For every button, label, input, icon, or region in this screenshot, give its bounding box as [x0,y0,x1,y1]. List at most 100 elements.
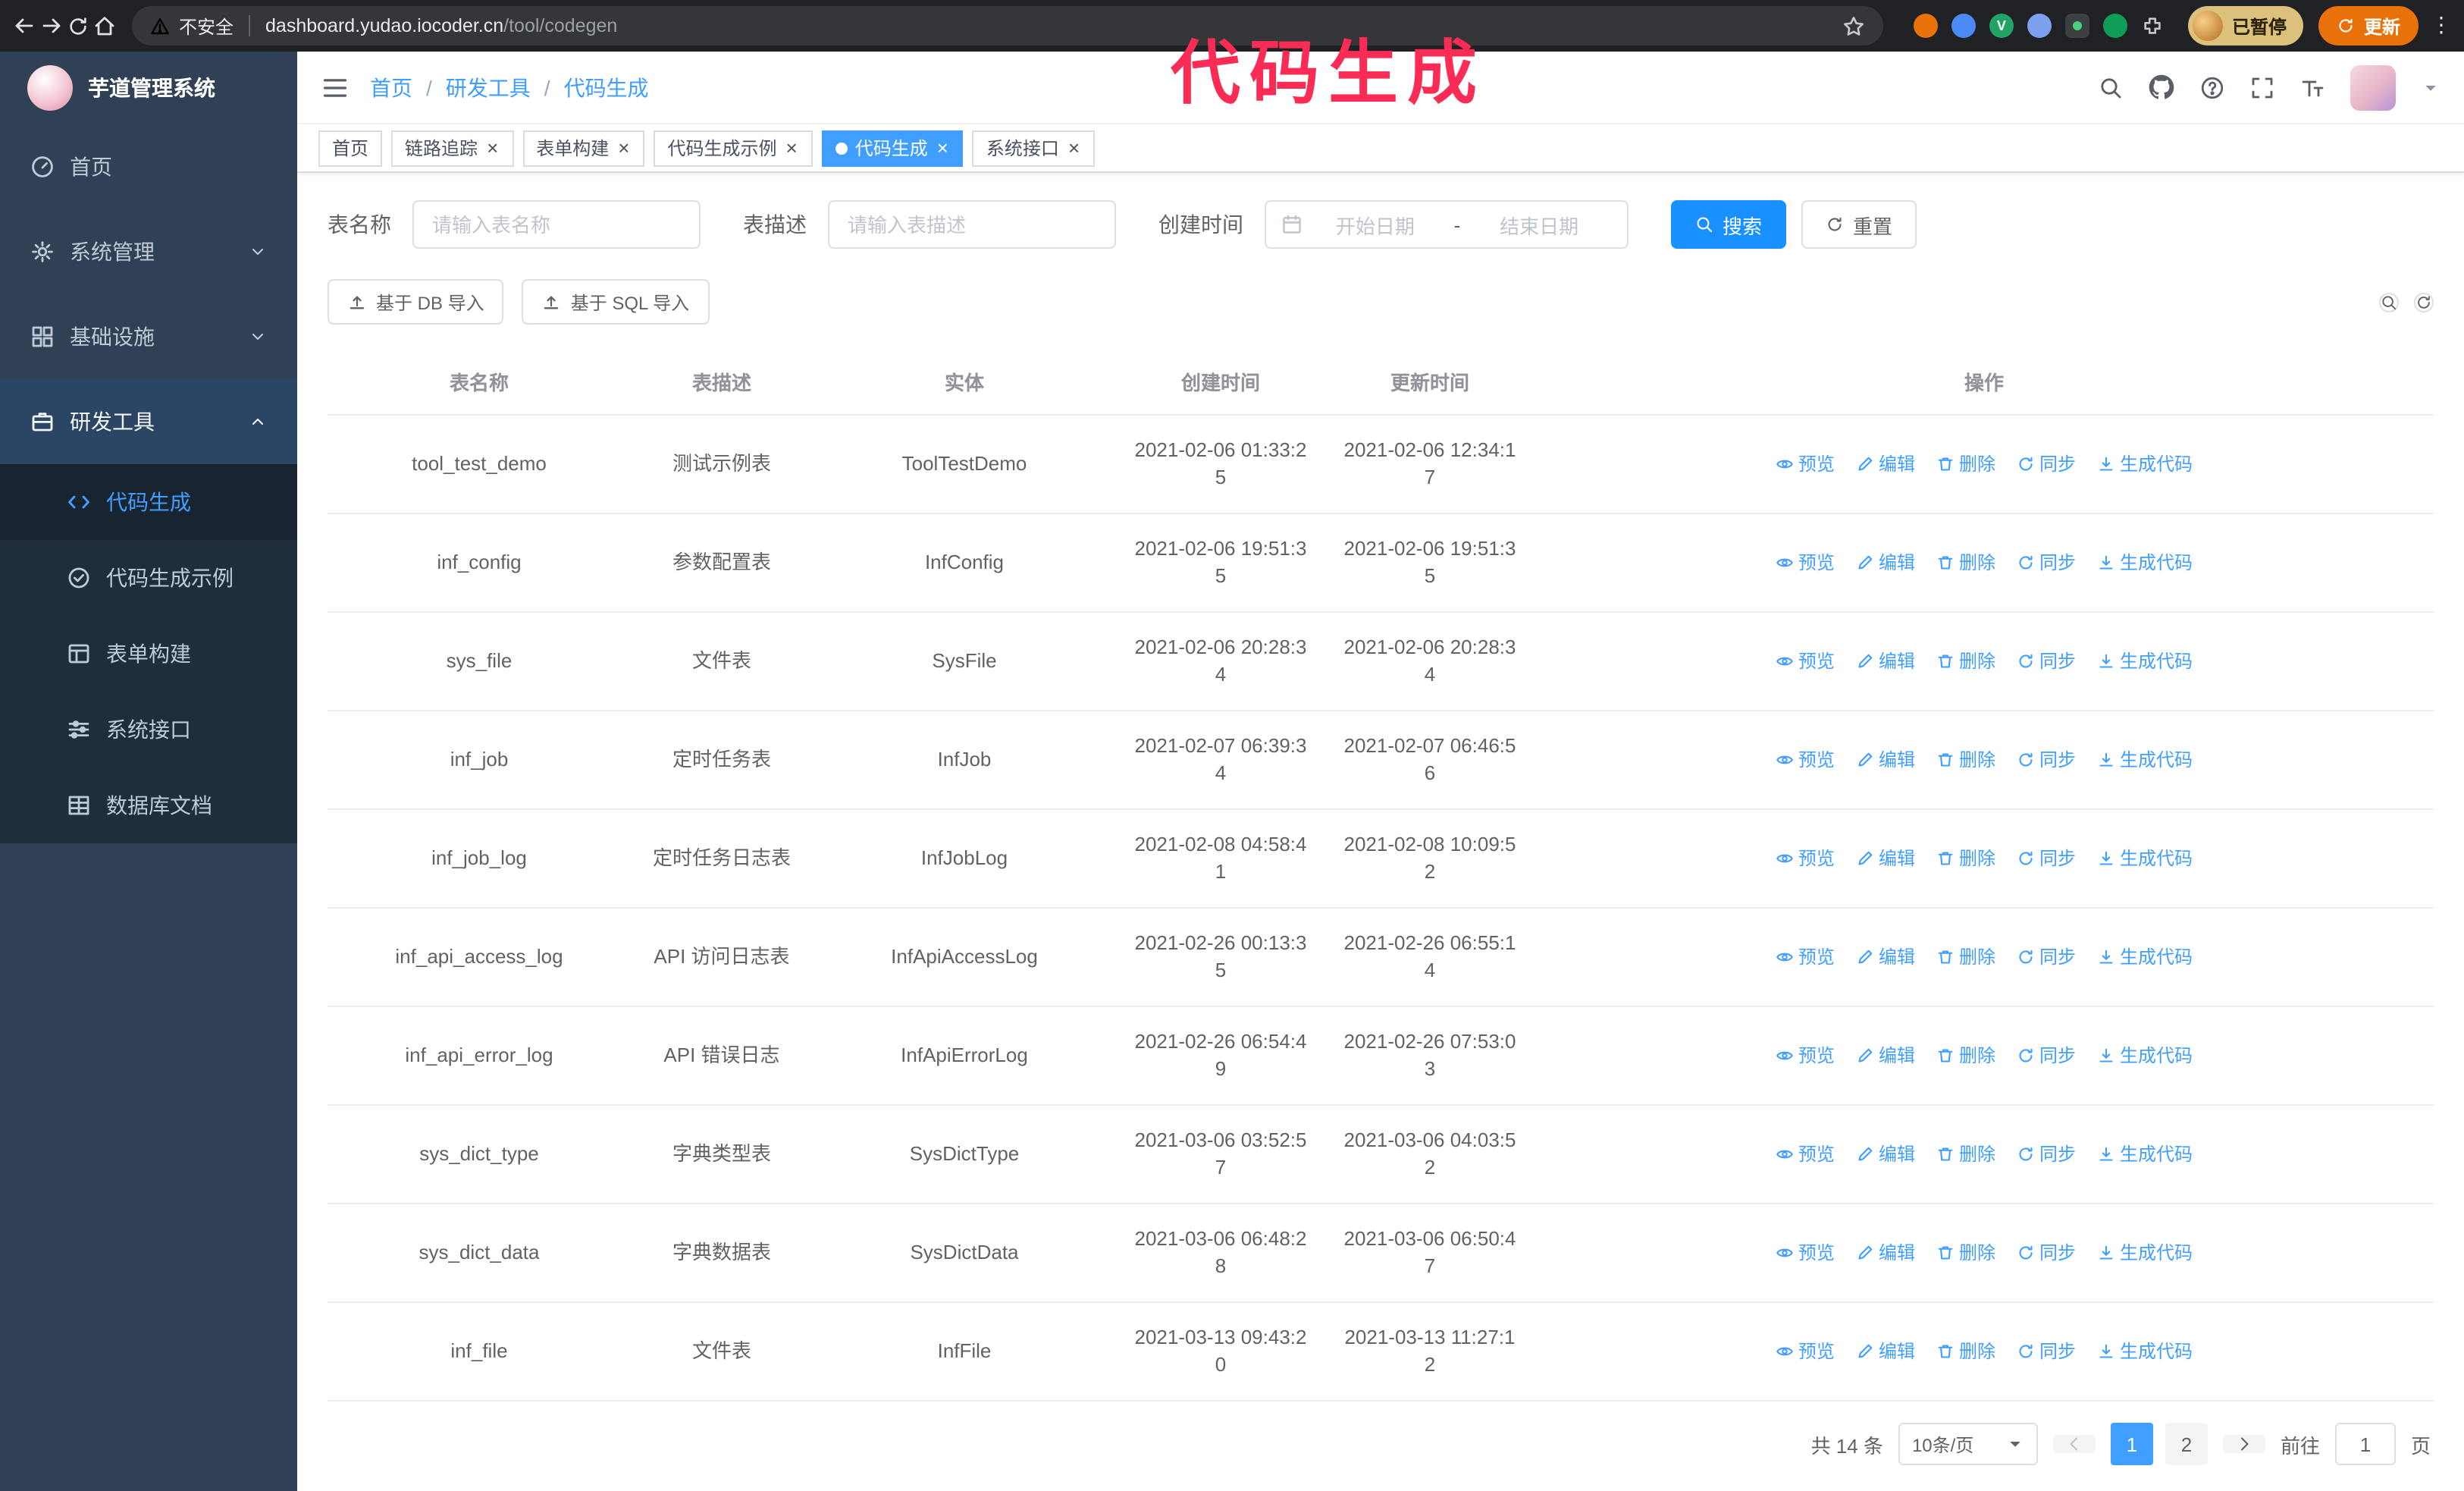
extension-icon[interactable] [2064,14,2089,38]
delete-link[interactable]: 删除 [1936,1338,1995,1365]
preview-link[interactable]: 预览 [1776,648,1835,675]
edit-link[interactable]: 编辑 [1856,450,1915,478]
prev-page-button[interactable] [2052,1435,2096,1453]
breadcrumb-home[interactable]: 首页 [370,72,412,102]
delete-link[interactable]: 删除 [1936,450,1995,478]
preview-link[interactable]: 预览 [1776,1042,1835,1069]
preview-link[interactable]: 预览 [1776,549,1835,576]
sync-link[interactable]: 同步 [2017,1042,2076,1069]
delete-link[interactable]: 删除 [1936,549,1995,576]
tab-form-builder[interactable]: 表单构建 × [522,130,645,166]
delete-link[interactable]: 删除 [1936,845,1995,872]
extension-icon[interactable] [2027,14,2052,38]
app-logo[interactable]: 芋道管理系统 [0,52,297,124]
edit-link[interactable]: 编辑 [1856,845,1915,872]
generate-link[interactable]: 生成代码 [2097,549,2193,576]
question-icon[interactable] [2200,75,2224,99]
caret-down-icon[interactable] [2422,78,2440,96]
font-size-icon[interactable] [2300,75,2324,99]
create-time-range-picker[interactable]: 开始日期 - 结束日期 [1265,200,1629,249]
generate-link[interactable]: 生成代码 [2097,450,2193,478]
user-avatar[interactable] [2350,64,2396,110]
reset-button[interactable]: 重置 [1801,200,1917,249]
delete-link[interactable]: 删除 [1936,1239,1995,1267]
hamburger-icon[interactable] [321,74,349,101]
browser-profile-chip[interactable]: 已暂停 [2187,6,2303,46]
sidebar-item-system[interactable]: 系统管理 [0,209,297,294]
generate-link[interactable]: 生成代码 [2097,1239,2193,1267]
next-page-button[interactable] [2222,1435,2265,1453]
goto-page-input[interactable] [2334,1423,2396,1465]
browser-update-button[interactable]: 更新 [2318,6,2419,46]
browser-address-bar[interactable]: 不安全 dashboard.yudao.iocoder.cn/tool/code… [132,6,1883,46]
sidebar-item-home[interactable]: 首页 [0,124,297,209]
edit-link[interactable]: 编辑 [1856,549,1915,576]
browser-forward-icon[interactable] [39,14,64,38]
breadcrumb-devtools[interactable]: 研发工具 [446,72,531,102]
edit-link[interactable]: 编辑 [1856,943,1915,971]
edit-link[interactable]: 编辑 [1856,648,1915,675]
table-desc-input[interactable] [828,200,1116,249]
bookmark-star-icon[interactable] [1842,14,1865,37]
close-icon[interactable]: × [1067,138,1081,158]
extension-icon[interactable] [1951,14,1976,38]
sidebar-item-infra[interactable]: 基础设施 [0,294,297,379]
delete-link[interactable]: 删除 [1936,1042,1995,1069]
search-button[interactable]: 搜索 [1671,200,1787,249]
sidebar-item-codegen[interactable]: 代码生成 [0,464,297,540]
page-size-select[interactable]: 10条/页 [1898,1423,2038,1465]
sync-link[interactable]: 同步 [2017,943,2076,971]
delete-link[interactable]: 删除 [1936,746,1995,774]
generate-link[interactable]: 生成代码 [2097,1141,2193,1168]
sync-link[interactable]: 同步 [2017,450,2076,478]
tab-codegen-example[interactable]: 代码生成示例 × [654,130,813,166]
browser-back-icon[interactable] [12,14,36,38]
sidebar-item-devtools[interactable]: 研发工具 [0,379,297,464]
table-name-input[interactable] [412,200,701,249]
browser-menu-icon[interactable]: ⋮ [2431,14,2452,38]
generate-link[interactable]: 生成代码 [2097,943,2193,971]
browser-reload-icon[interactable] [67,14,89,37]
preview-link[interactable]: 预览 [1776,746,1835,774]
sync-link[interactable]: 同步 [2017,1338,2076,1365]
generate-link[interactable]: 生成代码 [2097,648,2193,675]
tab-tracer[interactable]: 链路追踪 × [391,130,514,166]
preview-link[interactable]: 预览 [1776,1141,1835,1168]
sidebar-item-system-api[interactable]: 系统接口 [0,692,297,767]
extensions-puzzle-icon[interactable] [2141,14,2164,37]
extension-icon[interactable]: V [1989,14,2014,38]
sidebar-item-form-builder[interactable]: 表单构建 [0,616,297,692]
sync-link[interactable]: 同步 [2017,648,2076,675]
toggle-search-button[interactable] [2379,292,2399,312]
edit-link[interactable]: 编辑 [1856,1338,1915,1365]
refresh-table-button[interactable] [2414,292,2434,312]
delete-link[interactable]: 删除 [1936,943,1995,971]
sidebar-item-codegen-example[interactable]: 代码生成示例 [0,540,297,616]
delete-link[interactable]: 删除 [1936,648,1995,675]
sync-link[interactable]: 同步 [2017,1141,2076,1168]
github-icon[interactable] [2149,74,2174,100]
generate-link[interactable]: 生成代码 [2097,1338,2193,1365]
page-button-2[interactable]: 2 [2165,1423,2208,1465]
browser-home-icon[interactable] [92,14,117,38]
generate-link[interactable]: 生成代码 [2097,845,2193,872]
tab-codegen[interactable]: 代码生成 × [821,130,964,166]
generate-link[interactable]: 生成代码 [2097,1042,2193,1069]
edit-link[interactable]: 编辑 [1856,1239,1915,1267]
edit-link[interactable]: 编辑 [1856,1042,1915,1069]
preview-link[interactable]: 预览 [1776,943,1835,971]
sync-link[interactable]: 同步 [2017,1239,2076,1267]
tab-system-api[interactable]: 系统接口 × [972,130,1096,166]
page-button-1[interactable]: 1 [2110,1423,2153,1465]
edit-link[interactable]: 编辑 [1856,746,1915,774]
preview-link[interactable]: 预览 [1776,450,1835,478]
close-icon[interactable]: × [936,138,950,158]
extension-icon[interactable] [2102,14,2127,38]
delete-link[interactable]: 删除 [1936,1141,1995,1168]
sidebar-item-db-doc[interactable]: 数据库文档 [0,767,297,843]
tab-home[interactable]: 首页 [318,130,383,166]
close-icon[interactable]: × [785,138,799,158]
import-db-button[interactable]: 基于 DB 导入 [328,279,504,325]
generate-link[interactable]: 生成代码 [2097,746,2193,774]
close-icon[interactable]: × [485,138,500,158]
